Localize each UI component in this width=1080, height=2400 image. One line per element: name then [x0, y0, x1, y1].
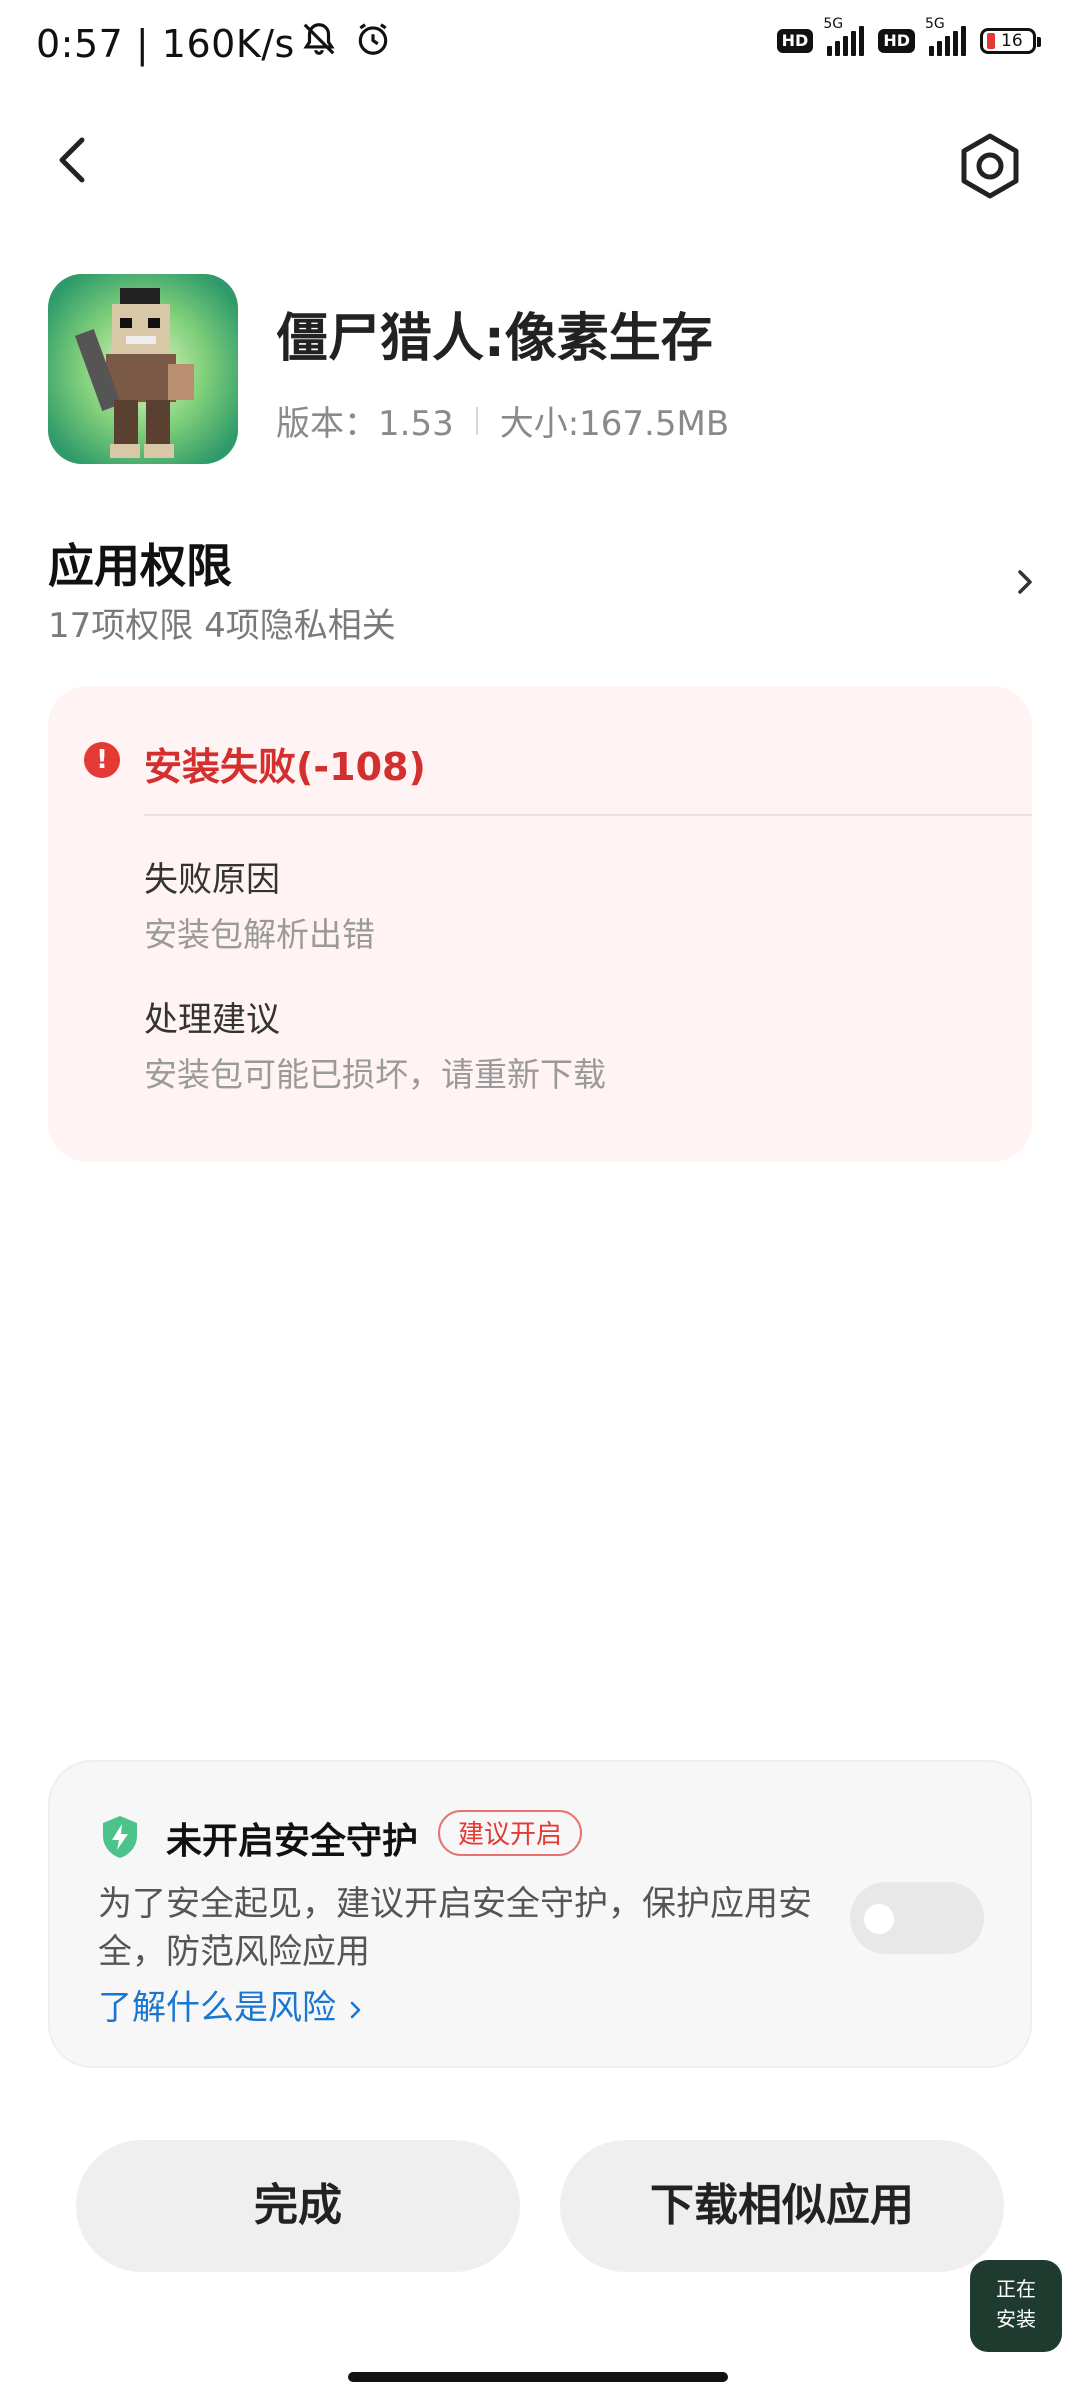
error-icon: !: [84, 742, 120, 778]
back-button[interactable]: [44, 130, 104, 190]
battery-icon: 16: [980, 28, 1041, 54]
chevron-right-icon: [350, 2001, 361, 2018]
permissions-subtitle: 17项权限 4项隐私相关: [48, 606, 396, 646]
error-divider: [144, 814, 1032, 816]
installing-float-button[interactable]: 正在 安装: [970, 2260, 1062, 2352]
alarm-icon: [358, 23, 388, 55]
hd-badge: HD: [776, 29, 814, 53]
battery-level: 16: [1001, 31, 1023, 51]
learn-risk-link-text: 了解什么是风险: [98, 1988, 336, 2028]
back-arrow-icon: [59, 137, 85, 183]
failure-reason-label: 失败原因: [144, 860, 280, 900]
meta-divider: [475, 406, 478, 435]
learn-risk-link[interactable]: 了解什么是风险: [98, 1980, 365, 2029]
signal-icon: 5G: [925, 16, 966, 56]
status-time: 0:57 | 160K/s: [36, 22, 295, 66]
network-type: 5G: [925, 16, 945, 32]
installing-label-line1: 正在: [996, 2277, 1036, 2301]
hd-badge: HD: [878, 29, 915, 53]
failure-reason-text: 安装包解析出错: [144, 915, 375, 954]
app-size: 大小:167.5MB: [499, 404, 730, 444]
chevron-right-icon: [1018, 570, 1032, 594]
settings-button[interactable]: [954, 130, 1026, 202]
permissions-row[interactable]: 应用权限 17项权限 4项隐私相关: [48, 520, 1038, 646]
shield-icon: [103, 1816, 137, 1858]
security-card: 未开启安全守护 建议开启 为了安全起见，建议开启安全守护，保护应用安全，防范风险…: [48, 1760, 1032, 2068]
error-card: ! 安装失败(-108) 失败原因 安装包解析出错 处理建议 安装包可能已损坏，…: [48, 686, 1032, 1162]
app-icon: [48, 274, 238, 464]
mute-bell-icon: [303, 23, 335, 55]
error-title: 安装失败(-108): [144, 745, 426, 789]
gear-icon: [961, 133, 1019, 199]
permissions-title: 应用权限: [48, 539, 232, 593]
security-title: 未开启安全守护: [166, 1821, 419, 1862]
recommend-badge: 建议开启: [438, 1810, 583, 1856]
status-right-icons: HD 5G HD 5G 16: [776, 16, 1041, 56]
done-button[interactable]: 完成: [76, 2140, 520, 2272]
status-left-icons: [300, 20, 392, 58]
signal-icon: 5G: [823, 16, 865, 56]
security-toggle[interactable]: [850, 1882, 984, 1954]
toggle-knob: [864, 1904, 894, 1934]
app-version: 版本：1.53: [276, 404, 454, 444]
installing-label-line2: 安装: [996, 2307, 1036, 2331]
advice-label: 处理建议: [144, 1000, 280, 1040]
advice-text: 安装包可能已损坏，请重新下载: [144, 1055, 606, 1094]
home-indicator[interactable]: [348, 2372, 728, 2382]
app-meta: 版本：1.53 大小:167.5MB: [276, 396, 729, 445]
app-name: 僵尸猎人:像素生存: [276, 309, 713, 369]
network-type: 5G: [823, 16, 844, 32]
security-description: 为了安全起见，建议开启安全守护，保护应用安全，防范风险应用: [98, 1884, 812, 1972]
download-similar-button[interactable]: 下载相似应用: [560, 2140, 1004, 2272]
